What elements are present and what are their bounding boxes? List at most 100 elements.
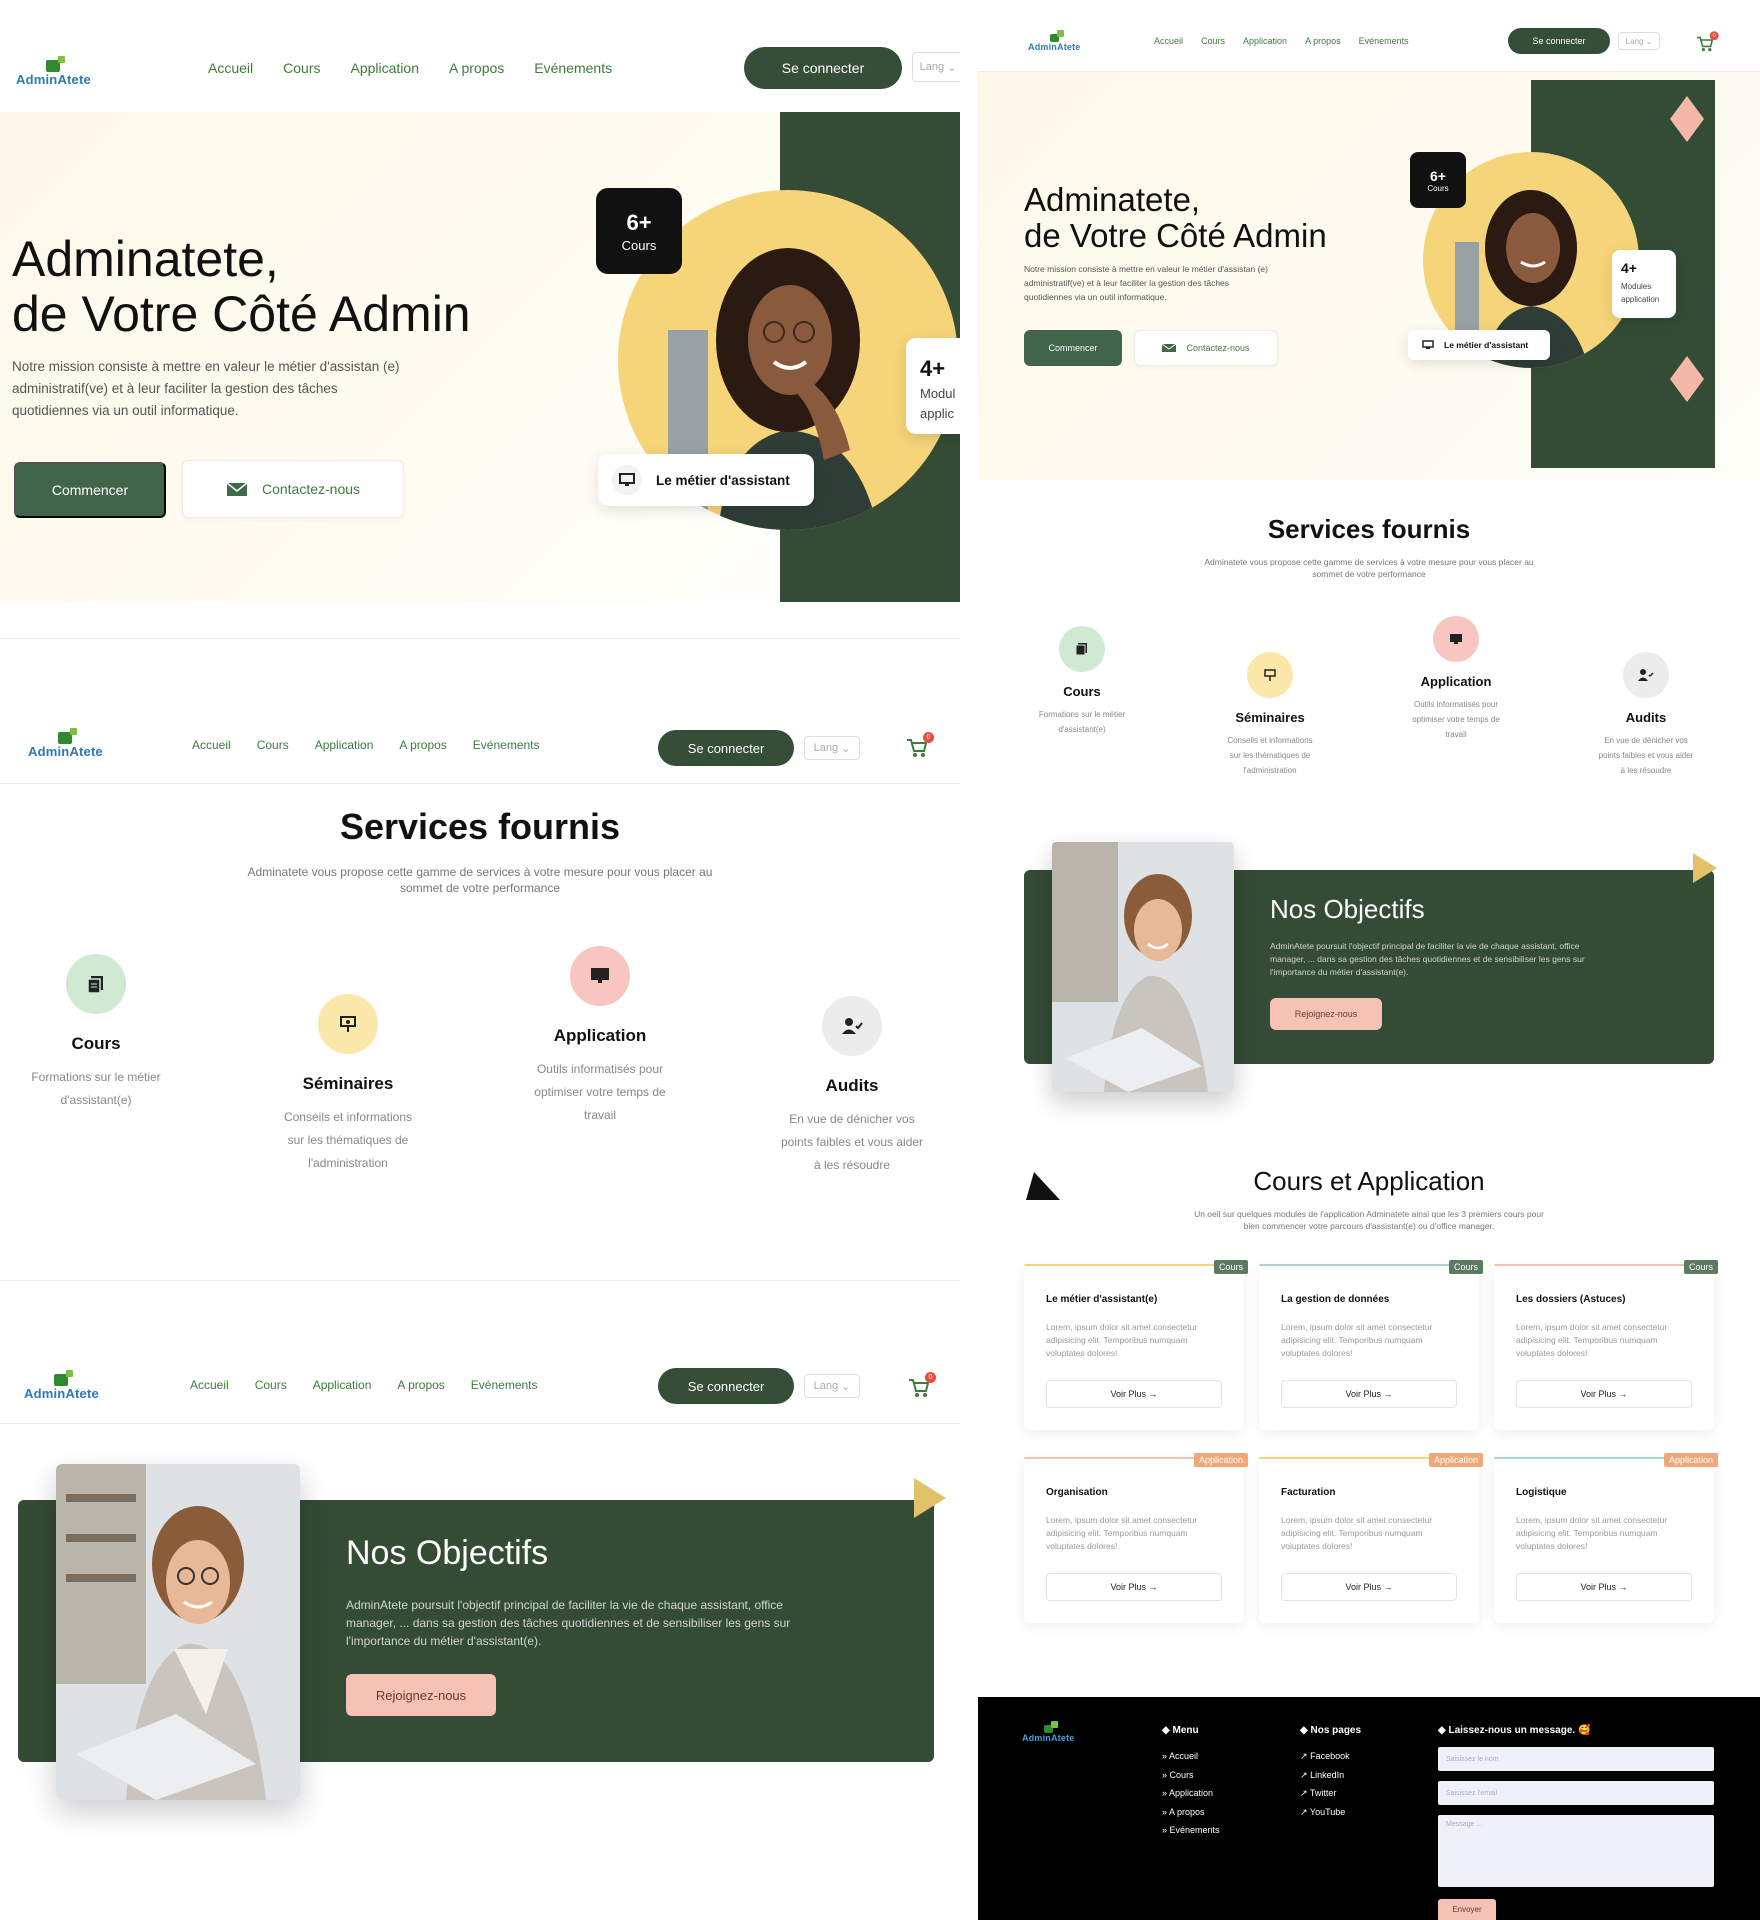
linkedin-link[interactable]: ↗ LinkedIn xyxy=(1300,1766,1350,1785)
services-subtitle: Adminatete vous propose cette gamme de s… xyxy=(247,865,713,895)
nav-link-apropos[interactable]: A propos xyxy=(449,60,504,76)
application-card[interactable]: Application Facturation Lorem, ipsum dol… xyxy=(1259,1453,1483,1623)
footer-menu: » Accueil » Cours » Application » A prop… xyxy=(1162,1747,1220,1840)
see-more-button[interactable]: Voir Plus → xyxy=(1281,1573,1457,1601)
service-audits: Audits En vue de dénicher vos points fai… xyxy=(772,996,932,1176)
nav-link-cours[interactable]: Cours xyxy=(257,738,289,752)
footer-menu-title: ◆ Menu xyxy=(1162,1725,1199,1736)
courses-count-badge: 6+ Cours xyxy=(1410,152,1466,208)
contact-button[interactable]: Contactez-nous xyxy=(182,460,404,518)
hero-description: Notre mission consiste à mettre en valeu… xyxy=(1024,264,1268,302)
footer-link[interactable]: » A propos xyxy=(1162,1803,1220,1822)
monitor-icon xyxy=(1422,340,1434,349)
application-card[interactable]: Application Logistique Lorem, ipsum dolo… xyxy=(1494,1453,1718,1623)
course-card[interactable]: Cours Le métier d'assistant(e) Lorem, ip… xyxy=(1024,1260,1248,1430)
nav-link-application[interactable]: Application xyxy=(351,60,420,76)
course-card[interactable]: Cours La gestion de données Lorem, ipsum… xyxy=(1259,1260,1483,1430)
external-link-icon: ↗ xyxy=(1300,1769,1308,1780)
youtube-link[interactable]: ↗ YouTube xyxy=(1300,1803,1350,1822)
lang-select[interactable]: Lang ⌄ xyxy=(804,1374,860,1398)
login-button[interactable]: Se connecter xyxy=(744,47,902,89)
email-input[interactable]: Saisissez l'email xyxy=(1438,1781,1714,1805)
nav-link-evenements[interactable]: Evénements xyxy=(1359,36,1409,46)
nav-link-application[interactable]: Application xyxy=(1243,36,1287,46)
nav-link-accueil[interactable]: Accueil xyxy=(1154,36,1183,46)
nav-link-evenements[interactable]: Evénements xyxy=(534,60,612,76)
presentation-icon xyxy=(1247,652,1293,698)
logo[interactable]: AdminAtete xyxy=(1022,1721,1075,1743)
nav-link-evenements[interactable]: Evénements xyxy=(471,1378,538,1392)
nav-link-cours[interactable]: Cours xyxy=(1201,36,1225,46)
footer-pages: ↗ Facebook ↗ LinkedIn ↗ Twitter ↗ YouTub… xyxy=(1300,1747,1350,1821)
services-subtitle: Adminatete vous propose cette gamme de s… xyxy=(1204,557,1534,579)
nav-links: Accueil Cours Application A propos Evéne… xyxy=(192,738,540,752)
logo[interactable]: AdminAtete xyxy=(16,56,91,87)
logo[interactable]: AdminAtete xyxy=(1028,30,1081,52)
nav-link-accueil[interactable]: Accueil xyxy=(208,60,253,76)
course-card[interactable]: Cours Les dossiers (Astuces) Lorem, ipsu… xyxy=(1494,1260,1718,1430)
right-column: AdminAtete Accueil Cours Application A p… xyxy=(978,0,1760,1920)
footer-message-title: ◆ Laissez-nous un message. 🥰 xyxy=(1438,1725,1591,1736)
mail-icon xyxy=(1162,343,1177,352)
nav-link-cours[interactable]: Cours xyxy=(255,1378,287,1392)
footer-link[interactable]: » Evénements xyxy=(1162,1821,1220,1840)
service-seminaires: Séminaires Conseils et informations sur … xyxy=(1202,652,1338,779)
cart-badge: 0 xyxy=(1709,31,1719,40)
see-more-button[interactable]: Voir Plus → xyxy=(1516,1380,1692,1408)
cart-icon[interactable]: 0 xyxy=(906,732,934,758)
join-button[interactable]: Rejoignez-nous xyxy=(1270,998,1382,1030)
lang-select[interactable]: Lang ⌄ xyxy=(1618,32,1660,50)
mail-icon xyxy=(226,482,248,496)
send-button[interactable]: Envoyer xyxy=(1438,1899,1496,1920)
see-more-button[interactable]: Voir Plus → xyxy=(1281,1380,1457,1408)
nav-link-apropos[interactable]: A propos xyxy=(399,738,446,752)
footer-link[interactable]: » Application xyxy=(1162,1784,1220,1803)
objectives-woman-photo xyxy=(56,1464,300,1800)
lang-select[interactable]: Lang ⌄ xyxy=(912,52,964,82)
facebook-link[interactable]: ↗ Facebook xyxy=(1300,1747,1350,1766)
monitor-icon xyxy=(1433,616,1479,662)
assistant-card: Le métier d'assistant xyxy=(598,454,814,506)
course-tag: Cours xyxy=(1448,1260,1483,1274)
logo[interactable]: AdminAtete xyxy=(28,728,103,759)
nav-link-application[interactable]: Application xyxy=(315,738,374,752)
login-button[interactable]: Se connecter xyxy=(658,1368,794,1404)
left-column: AdminAtete Accueil Cours Application A p… xyxy=(0,0,966,1920)
nav-link-evenements[interactable]: Evénements xyxy=(473,738,540,752)
book-icon xyxy=(66,954,126,1014)
nav-link-apropos[interactable]: A propos xyxy=(397,1378,444,1392)
join-button[interactable]: Rejoignez-nous xyxy=(346,1674,496,1716)
services-title: Services fournis xyxy=(1267,514,1471,544)
login-button[interactable]: Se connecter xyxy=(658,730,794,766)
footer-link[interactable]: » Cours xyxy=(1162,1766,1220,1785)
logo[interactable]: AdminAtete xyxy=(24,1370,99,1401)
nav-link-cours[interactable]: Cours xyxy=(283,60,320,76)
nav-link-accueil[interactable]: Accueil xyxy=(190,1378,229,1392)
application-tag: Application xyxy=(1663,1453,1718,1467)
start-button[interactable]: Commencer xyxy=(14,462,166,518)
services-title: Services fournis xyxy=(339,806,621,847)
courses-subtitle: Un oeil sur quelques modules de l'applic… xyxy=(1194,1209,1544,1231)
footer-link[interactable]: » Accueil xyxy=(1162,1747,1220,1766)
see-more-button[interactable]: Voir Plus → xyxy=(1516,1573,1692,1601)
message-textarea[interactable]: Message ... xyxy=(1438,1815,1714,1887)
nav-link-accueil[interactable]: Accueil xyxy=(192,738,231,752)
cart-icon[interactable]: 0 xyxy=(1696,31,1719,52)
nav-link-apropos[interactable]: A propos xyxy=(1305,36,1341,46)
name-input[interactable]: Saisissez le nom xyxy=(1438,1747,1714,1771)
objectives-woman-photo xyxy=(1052,842,1234,1092)
application-card[interactable]: Application Organisation Lorem, ipsum do… xyxy=(1024,1453,1248,1623)
contact-button[interactable]: Contactez-nous xyxy=(1134,330,1278,366)
login-button[interactable]: Se connecter xyxy=(1508,28,1610,54)
logo-icon xyxy=(54,1370,74,1386)
courses-title: Cours et Application xyxy=(1253,1166,1485,1196)
see-more-button[interactable]: Voir Plus → xyxy=(1046,1380,1222,1408)
twitter-link[interactable]: ↗ Twitter xyxy=(1300,1784,1350,1803)
nav-links: Accueil Cours Application A propos Evéne… xyxy=(208,60,612,76)
service-application: Application Outils informatisés pour opt… xyxy=(1388,616,1524,743)
nav-link-application[interactable]: Application xyxy=(313,1378,372,1392)
lang-select[interactable]: Lang ⌄ xyxy=(804,736,860,760)
start-button[interactable]: Commencer xyxy=(1024,330,1122,366)
cart-icon[interactable]: 0 xyxy=(908,1372,936,1398)
see-more-button[interactable]: Voir Plus → xyxy=(1046,1573,1222,1601)
